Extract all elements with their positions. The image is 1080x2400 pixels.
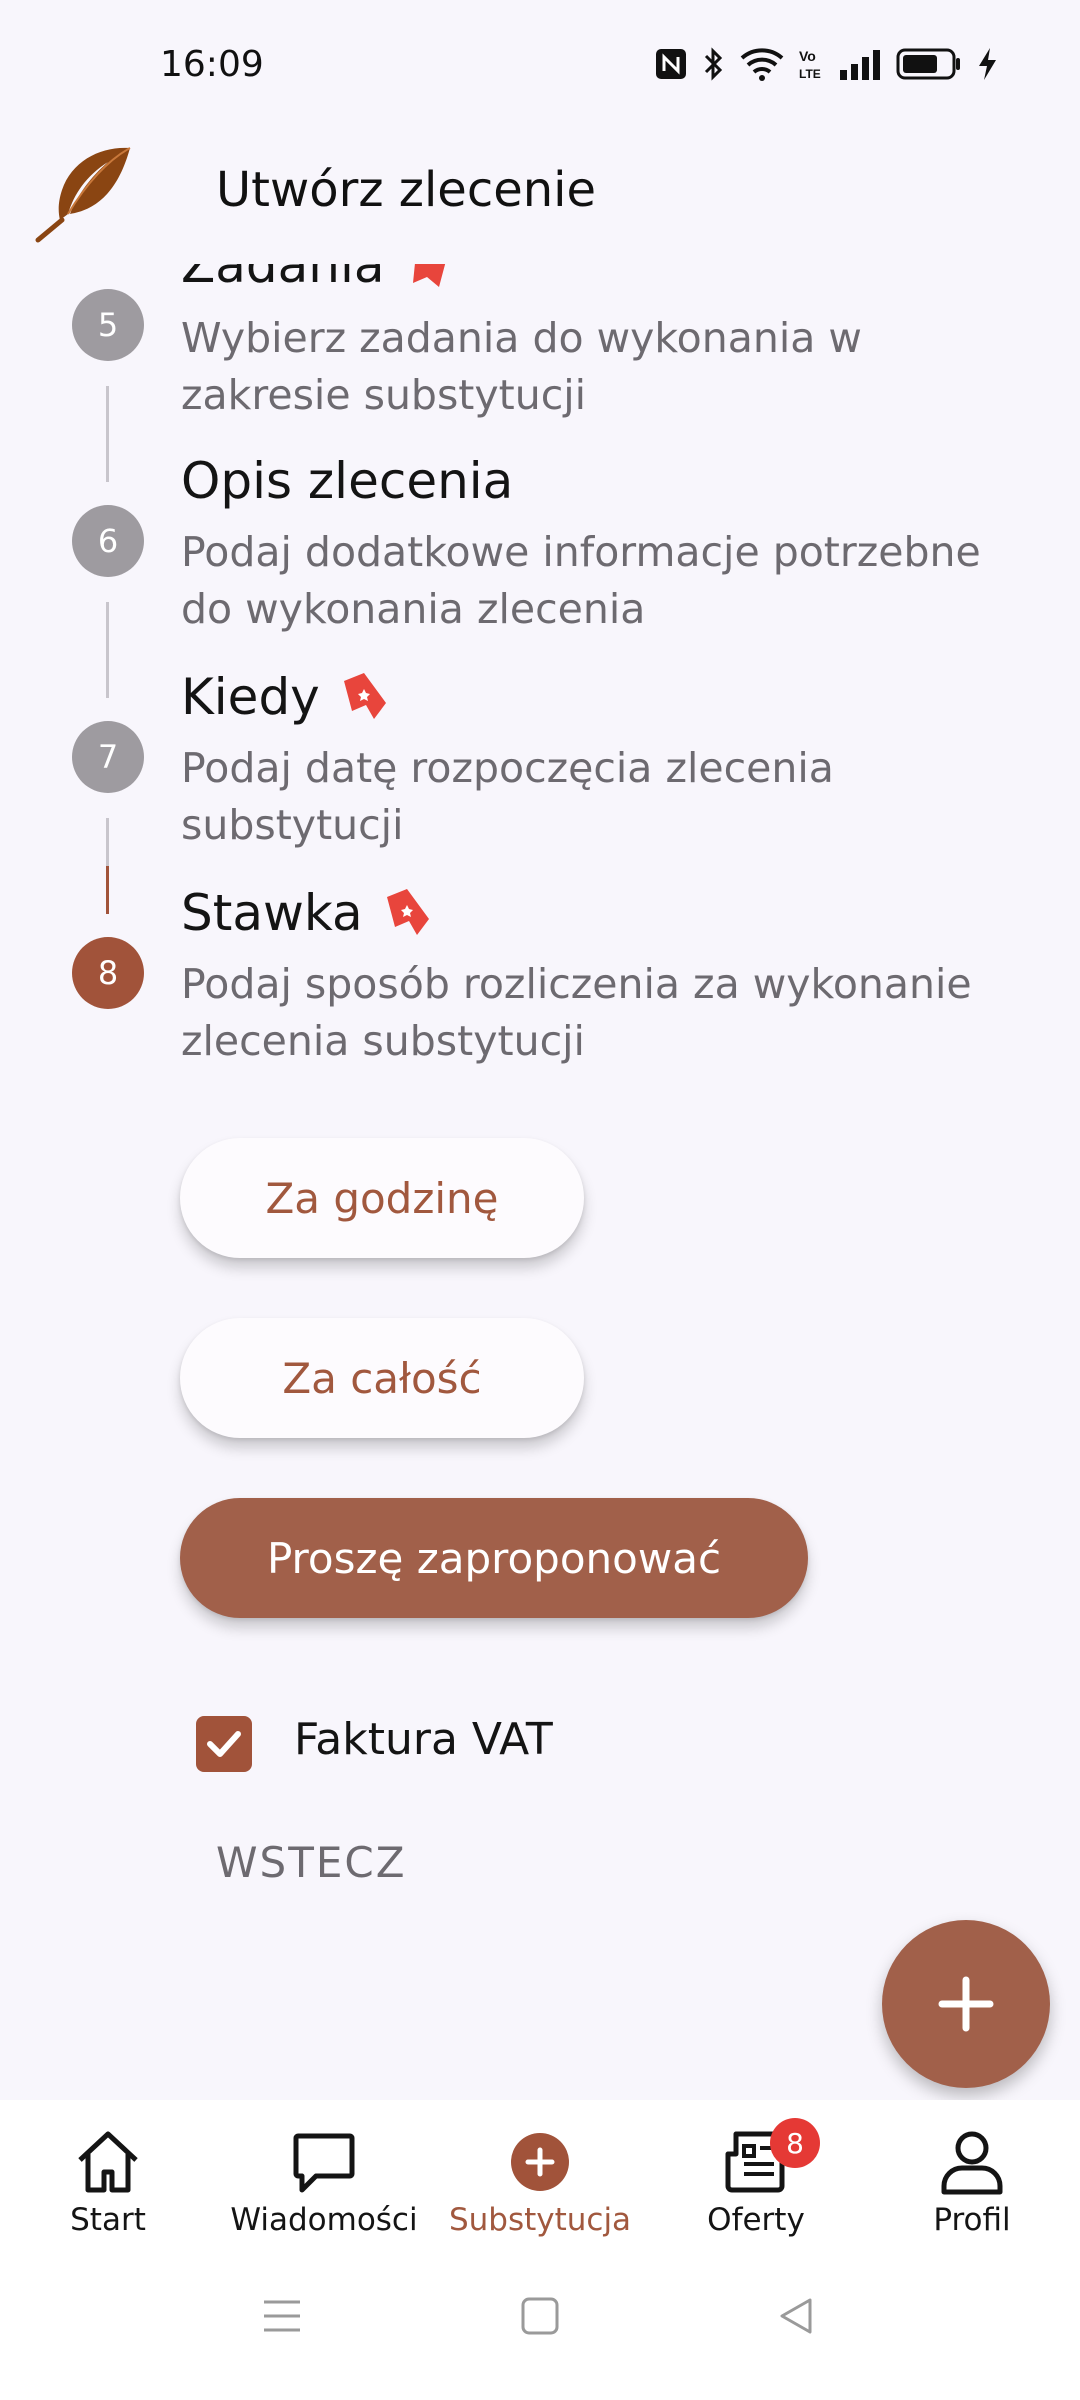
required-bookmark-icon [343,673,386,719]
step-title-8[interactable]: Stawka [181,884,433,942]
step-title-7[interactable]: Kiedy [181,668,390,726]
rate-hourly-button[interactable]: Za godzinę [180,1138,584,1258]
nav-label: Profil [933,2202,1011,2238]
plus-icon [938,1976,994,2032]
step-number-8[interactable]: 8 [72,937,144,1009]
rate-total-button[interactable]: Za całość [180,1318,584,1438]
back-button[interactable]: WSTECZ [216,1838,406,1887]
nav-item-start[interactable]: Start [0,2100,216,2260]
volte-icon: Vo LTE [799,48,821,81]
step-number-6[interactable]: 6 [72,505,144,577]
step-description-8: Podaj sposób rozliczenia za wykonanie zl… [181,960,972,1065]
step-connector [106,818,109,866]
nav-label: Substytucja [448,2202,632,2238]
home-square-icon[interactable] [520,2296,560,2336]
svg-text:LTE: LTE [799,67,821,81]
step-description-7: Podaj datę rozpoczęcia zlecenia substytu… [181,744,834,849]
feather-logo-icon [32,140,136,244]
signal-icon [840,50,880,80]
status-time: 16:09 [160,44,264,85]
add-circle-icon [511,2133,569,2191]
battery-icon [896,48,960,80]
person-icon [941,2131,1003,2195]
chat-icon [293,2133,355,2193]
page-title: Utwórz zlecenie [216,162,597,218]
status-icons: Vo LTE [654,46,998,82]
step-number-7[interactable]: 7 [72,721,144,793]
nav-label: Wiadomości [230,2202,418,2238]
system-navigation-bar [0,2260,1080,2400]
nav-label: Oferty [707,2202,805,2238]
svg-text:Vo: Vo [799,48,816,64]
vat-checkbox[interactable] [196,1716,252,1772]
step-title-5[interactable]: Zadania [181,264,455,294]
menu-icon[interactable] [262,2296,302,2336]
check-icon [207,1731,241,1757]
step-connector [106,602,109,698]
required-bookmark-icon [412,264,445,287]
step-connector [106,386,109,482]
notification-badge: 8 [770,2118,820,2168]
nfc-icon [656,49,686,79]
wifi-icon [740,48,784,81]
bottom-navigation: Start Wiadomości Substytucja 8 Oferty Pr… [0,2100,1080,2260]
nav-item-profil[interactable]: Profil [864,2100,1080,2260]
home-icon [78,2131,138,2193]
step-description-6: Podaj dodatkowe informacje potrzebne do … [181,528,981,633]
add-fab-button[interactable] [882,1920,1050,2088]
nav-label: Start [70,2202,146,2238]
bluetooth-icon [704,47,723,81]
step-title-6[interactable]: Opis zlecenia [181,452,513,510]
nav-item-wiadomosci[interactable]: Wiadomości [216,2100,432,2260]
step-number-5[interactable]: 5 [72,289,144,361]
step-connector-active [106,866,109,914]
step-description-5: Wybierz zadania do wykonania w zakresie … [181,314,862,419]
nav-item-substytucja[interactable]: Substytucja [432,2100,648,2260]
required-bookmark-icon [386,889,429,935]
back-triangle-icon[interactable] [776,2296,816,2336]
vat-checkbox-label[interactable]: Faktura VAT [294,1714,553,1765]
rate-propose-button[interactable]: Proszę zaproponować [180,1498,808,1618]
charging-icon [979,48,996,80]
nav-item-oferty[interactable]: 8 Oferty [648,2100,864,2260]
